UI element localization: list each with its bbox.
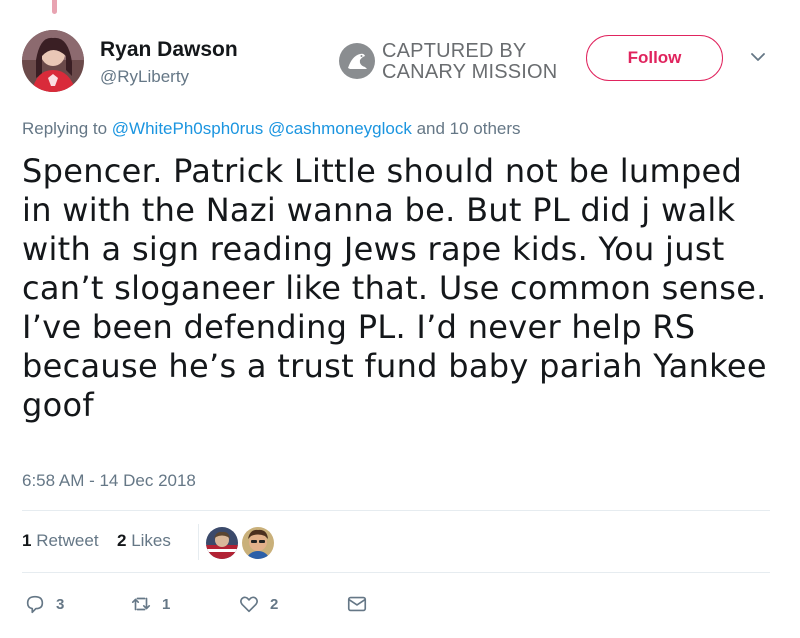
reply-icon: [26, 595, 44, 614]
watermark-line-1: CAPTURED BY: [382, 40, 527, 62]
reply-context-suffix[interactable]: and 10 others: [412, 119, 521, 138]
tweet-header: Ryan Dawson @RyLiberty CAPTURED BY CANAR…: [22, 30, 778, 92]
canary-mission-text: CAPTURED BY CANARY MISSION: [382, 41, 557, 83]
watermark-line-2: CANARY MISSION: [382, 61, 558, 83]
heart-icon: [240, 596, 258, 613]
like-count: 2: [270, 595, 279, 613]
tweet-line: goof: [22, 386, 94, 424]
reply-context: Replying to @WhitePh0sph0rus @cashmoneyg…: [22, 119, 521, 139]
mention-link-2[interactable]: @cashmoneyglock: [268, 119, 412, 138]
tweet-line: because he’s a trust fund baby pariah Ya…: [22, 347, 767, 385]
retweet-action[interactable]: 1: [130, 590, 170, 618]
tweet-line: with a sign reading Jews rape kids. You …: [22, 230, 725, 268]
display-name[interactable]: Ryan Dawson: [100, 38, 238, 62]
tweet-line: I’ve been defending PL. I’d never help R…: [22, 308, 696, 346]
divider: [22, 572, 770, 573]
likes-stat[interactable]: 2 Likes: [117, 531, 171, 551]
reply-context-prefix: Replying to: [22, 119, 112, 138]
canary-mission-watermark: CAPTURED BY CANARY MISSION: [338, 40, 578, 84]
tweet-text: Spencer. Patrick Little should not be lu…: [22, 152, 782, 425]
tweet-timestamp[interactable]: 6:58 AM - 14 Dec 2018: [22, 471, 196, 491]
liker-avatar[interactable]: [242, 527, 274, 559]
user-handle[interactable]: @RyLiberty: [100, 67, 189, 87]
like-action[interactable]: 2: [238, 590, 278, 618]
top-accent-mark: [52, 0, 57, 14]
follow-button[interactable]: Follow: [586, 35, 723, 81]
tweet-line: can’t sloganeer like that. Use common se…: [22, 269, 767, 307]
stats-separator: [198, 524, 199, 560]
tweet-line: in with the Nazi wanna be. But PL did j …: [22, 191, 736, 229]
retweet-stat-label: Retweet: [31, 531, 99, 550]
chevron-down-icon[interactable]: [750, 49, 766, 65]
reply-action[interactable]: 3: [24, 590, 64, 618]
canary-mission-logo: [339, 43, 375, 79]
likes-stat-label: Likes: [126, 531, 171, 550]
direct-message-action[interactable]: [346, 590, 368, 618]
divider: [22, 510, 770, 511]
retweet-stat[interactable]: 1 Retweet: [22, 531, 99, 551]
envelope-icon: [347, 596, 367, 612]
mention-link-1[interactable]: @WhitePh0sph0rus: [112, 119, 263, 138]
retweet-icon: [131, 597, 151, 611]
retweet-count: 1: [162, 595, 171, 613]
avatar[interactable]: [22, 30, 84, 92]
liker-avatar[interactable]: [206, 527, 238, 559]
tweet-actions: 3 1 2: [22, 590, 422, 618]
tweet-line: Spencer. Patrick Little should not be lu…: [22, 152, 743, 190]
reply-count: 3: [56, 595, 65, 613]
